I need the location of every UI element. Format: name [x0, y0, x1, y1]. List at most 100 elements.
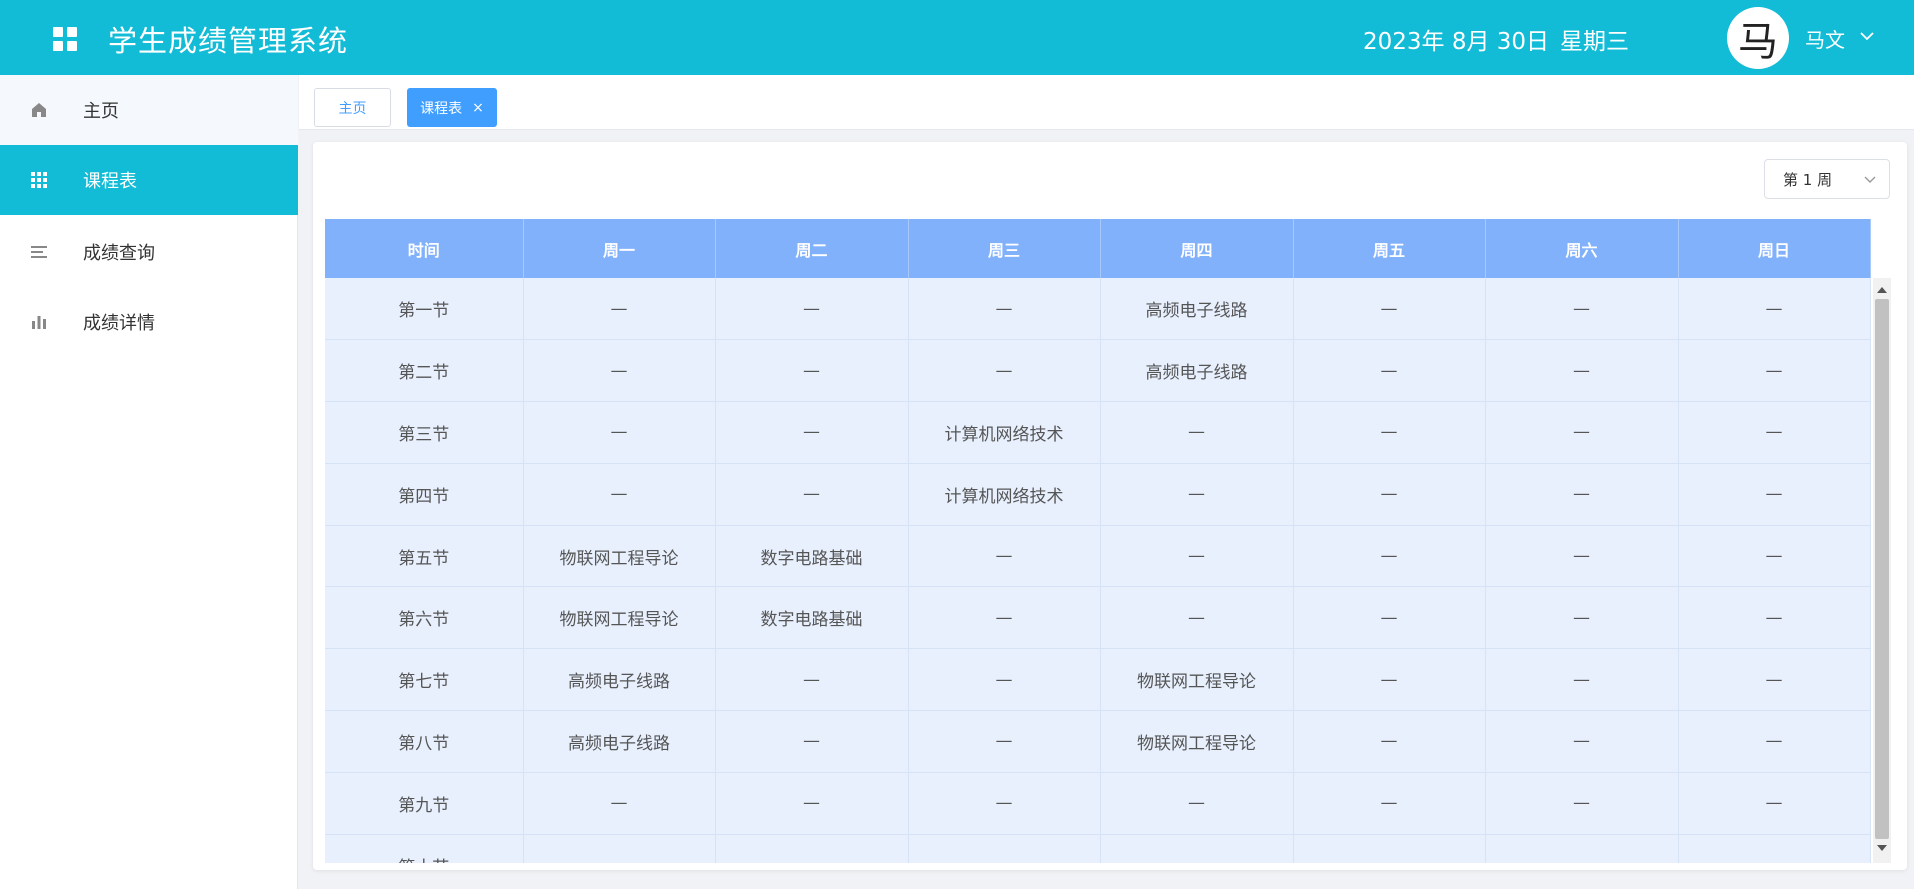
tab-schedule[interactable]: 课程表 ×	[407, 88, 497, 127]
table-row: 第一节 — — — 高频电子线路 — — —	[325, 278, 1871, 341]
period-cell: 第三节	[325, 401, 524, 464]
table-header-cell: 周四	[1100, 219, 1294, 278]
course-cell: —	[1100, 525, 1294, 588]
course-cell: —	[1485, 648, 1679, 712]
course-cell: 物联网工程导论	[523, 586, 716, 650]
table-header-cell: 周日	[1678, 219, 1871, 278]
table-row: 第二节 — — — 高频电子线路 — — —	[325, 339, 1871, 403]
course-cell: —	[1293, 463, 1486, 526]
menu-grid-icon[interactable]	[53, 27, 77, 51]
course-cell: —	[715, 710, 909, 773]
course-cell: —	[1678, 772, 1871, 835]
course-cell: —	[1678, 710, 1871, 773]
table-row: 第五节 物联网工程导论 数字电路基础 — — — — —	[325, 525, 1871, 588]
period-cell: 第八节	[325, 710, 524, 773]
course-cell: —	[1485, 525, 1679, 588]
course-cell: —	[1485, 339, 1679, 403]
table-header-cell: 时间	[325, 219, 524, 278]
sidebar-item-label: 成绩查询	[83, 243, 155, 264]
course-cell: —	[1678, 463, 1871, 526]
period-cell: 第九节	[325, 772, 524, 835]
course-cell: —	[1485, 278, 1679, 341]
course-cell: 计算机网络技术	[908, 463, 1101, 526]
course-cell: —	[715, 772, 909, 835]
course-cell: 数字电路基础	[715, 586, 909, 650]
course-cell: —	[715, 834, 909, 863]
period-cell: 第五节	[325, 525, 524, 588]
course-cell: —	[715, 648, 909, 712]
grid-icon	[29, 170, 49, 190]
course-cell: —	[523, 772, 716, 835]
period-cell: 第二节	[325, 339, 524, 403]
course-cell: —	[1678, 834, 1871, 863]
course-cell: —	[523, 401, 716, 464]
course-cell: —	[1293, 525, 1486, 588]
course-cell: —	[1293, 710, 1486, 773]
tabs-bar: 主页 课程表 ×	[299, 75, 1914, 130]
bar-chart-icon	[29, 312, 49, 332]
course-cell: —	[1293, 278, 1486, 341]
table-header-cell: 周五	[1293, 219, 1486, 278]
schedule-table-wrap: 时间 周一 周二 周三 周四 周五 周六 周日 第一节 — — — 高频电子线路 — — — 第二节 — — — 高频…	[325, 219, 1902, 863]
course-cell: —	[1100, 401, 1294, 464]
week-select[interactable]: 第 1 周	[1764, 159, 1890, 199]
course-cell: —	[1678, 586, 1871, 650]
course-cell: —	[523, 463, 716, 526]
sidebar: 主页 课程表 成绩查询 成绩详情	[0, 75, 298, 889]
scroll-up-icon[interactable]	[1877, 287, 1887, 293]
course-cell: —	[715, 278, 909, 341]
course-cell: —	[1100, 463, 1294, 526]
course-cell: —	[1485, 401, 1679, 464]
chevron-down-icon	[1864, 176, 1876, 183]
table-row: 第四节 — — 计算机网络技术 — — — —	[325, 463, 1871, 526]
scroll-down-icon[interactable]	[1877, 845, 1887, 851]
course-cell: 高频电子线路	[1100, 278, 1294, 341]
course-cell: —	[1678, 339, 1871, 403]
course-cell: 高频电子线路	[1100, 339, 1294, 403]
table-scrollbar[interactable]	[1873, 219, 1891, 863]
sidebar-item-label: 主页	[83, 101, 119, 122]
sidebar-item-schedule[interactable]: 课程表	[0, 145, 298, 215]
user-name[interactable]: 马文	[1805, 24, 1845, 53]
week-select-value: 第 1 周	[1783, 170, 1833, 189]
schedule-card: 第 1 周 时间 周一 周二 周三 周四 周五 周六 周日 第一节 — — — 高频电子线路 — — — 第二…	[313, 142, 1907, 870]
tab-home[interactable]: 主页	[314, 88, 391, 127]
home-icon	[29, 100, 49, 120]
course-cell: —	[523, 339, 716, 403]
avatar[interactable]: 马	[1727, 7, 1789, 69]
course-cell: —	[523, 278, 716, 341]
sidebar-item-home[interactable]: 主页	[0, 75, 298, 145]
course-cell: —	[908, 648, 1101, 712]
app-title: 学生成绩管理系统	[108, 24, 349, 58]
course-cell: 高频电子线路	[523, 648, 716, 712]
table-header-cell: 周六	[1485, 219, 1679, 278]
course-cell: —	[1485, 586, 1679, 650]
course-cell: —	[908, 772, 1101, 835]
sidebar-item-grade-query[interactable]: 成绩查询	[0, 217, 298, 287]
scroll-thumb[interactable]	[1875, 299, 1889, 839]
course-cell: —	[1678, 648, 1871, 712]
course-cell: —	[908, 710, 1101, 773]
course-cell: —	[908, 339, 1101, 403]
sidebar-item-grade-detail[interactable]: 成绩详情	[0, 287, 298, 357]
course-cell: —	[908, 278, 1101, 341]
course-cell: 计算机网络技术	[908, 401, 1101, 464]
close-icon[interactable]: ×	[472, 100, 484, 116]
course-cell: —	[1293, 834, 1486, 863]
chevron-down-icon[interactable]	[1858, 27, 1876, 45]
period-cell: 第六节	[325, 586, 524, 650]
list-icon	[29, 242, 49, 262]
course-cell: 高频电子线路	[523, 710, 716, 773]
current-weekday: 星期三	[1560, 29, 1629, 55]
current-date: 2023年 8月 30日	[1363, 29, 1550, 55]
course-cell: —	[1485, 834, 1679, 863]
table-header-cell: 周一	[523, 219, 716, 278]
schedule-table: 时间 周一 周二 周三 周四 周五 周六 周日 第一节 — — — 高频电子线路 — — — 第二节 — — — 高频…	[325, 219, 1871, 863]
course-cell: —	[1485, 772, 1679, 835]
sidebar-item-label: 课程表	[83, 171, 137, 192]
course-cell: —	[908, 586, 1101, 650]
table-row: 第六节 物联网工程导论 数字电路基础 — — — — —	[325, 586, 1871, 650]
course-cell: 物联网工程导论	[523, 525, 716, 588]
table-row: 第八节 高频电子线路 — — 物联网工程导论 — — —	[325, 710, 1871, 773]
course-cell: —	[908, 834, 1101, 863]
